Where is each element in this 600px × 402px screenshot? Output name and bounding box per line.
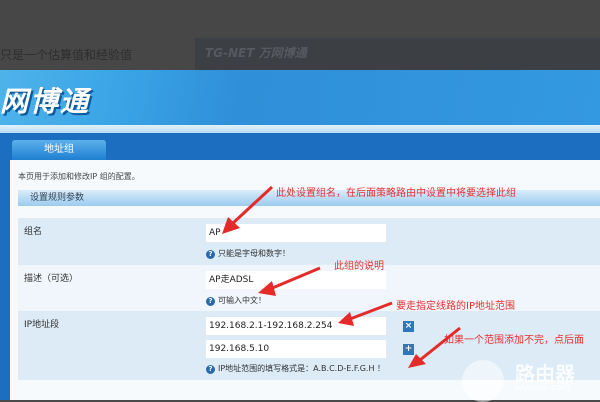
header-divider (0, 125, 600, 133)
tab-address-group[interactable]: 地址组 (12, 140, 106, 160)
ip-range-input-1[interactable] (206, 317, 386, 335)
ip-range-hint: ? IP地址范围的填写格式是：A.B.C.D-E.F.G.H ！ (206, 363, 385, 374)
remove-range-button[interactable]: × (403, 321, 414, 332)
form-row-group-name: 组名 ?只能是字母和数字！ (18, 218, 600, 265)
logo: 网博通 (0, 85, 91, 118)
header: 网博通 (0, 70, 600, 125)
annotation-ip-range: 要走指定线路的IP地址范围 (396, 301, 515, 312)
description-label: 描述（可选） (24, 274, 79, 284)
description-input[interactable] (206, 271, 386, 289)
annotation-description: 此组的说明 (334, 261, 384, 272)
annotation-add-more: 如果一个范围添加不完，点后面 (444, 335, 584, 346)
background-overlay: 只是一个估算值和经验值 TG-NET 万网博通 (0, 0, 600, 70)
annotation-group-name: 此处设置组名，在后面策略路由中设置中将要选择此组 (276, 188, 516, 199)
watermark-url: luyouqi.com (515, 383, 571, 393)
add-range-button[interactable]: + (403, 344, 414, 355)
page-description: 本页用于添加和修改IP 组的配置。 (18, 172, 140, 181)
group-name-label: 组名 (24, 227, 43, 237)
help-icon: ? (206, 250, 215, 259)
hint-text: 只能是字母和数字！ (218, 249, 290, 258)
hint-text: IP地址范围的填写格式是：A.B.C.D-E.F.G.H ！ (218, 364, 386, 373)
help-icon: ? (206, 297, 215, 306)
hint-text: 可输入中文！ (218, 296, 266, 305)
brand-bar: TG-NET 万网博通 (195, 38, 600, 70)
ip-range-input-2[interactable] (206, 340, 386, 358)
group-name-input[interactable] (206, 224, 386, 242)
description-hint: ? 可输入中文！ (206, 295, 266, 306)
ip-range-label: IP地址段 (24, 320, 60, 330)
overlay-text: 只是一个估算值和经验值 (0, 48, 133, 62)
group-name-hint: ? 只能是字母和数字！ (206, 248, 290, 259)
brand-text: TG-NET 万网博通 (205, 46, 307, 60)
watermark-lock-icon (462, 360, 504, 402)
help-icon: ? (206, 365, 215, 374)
